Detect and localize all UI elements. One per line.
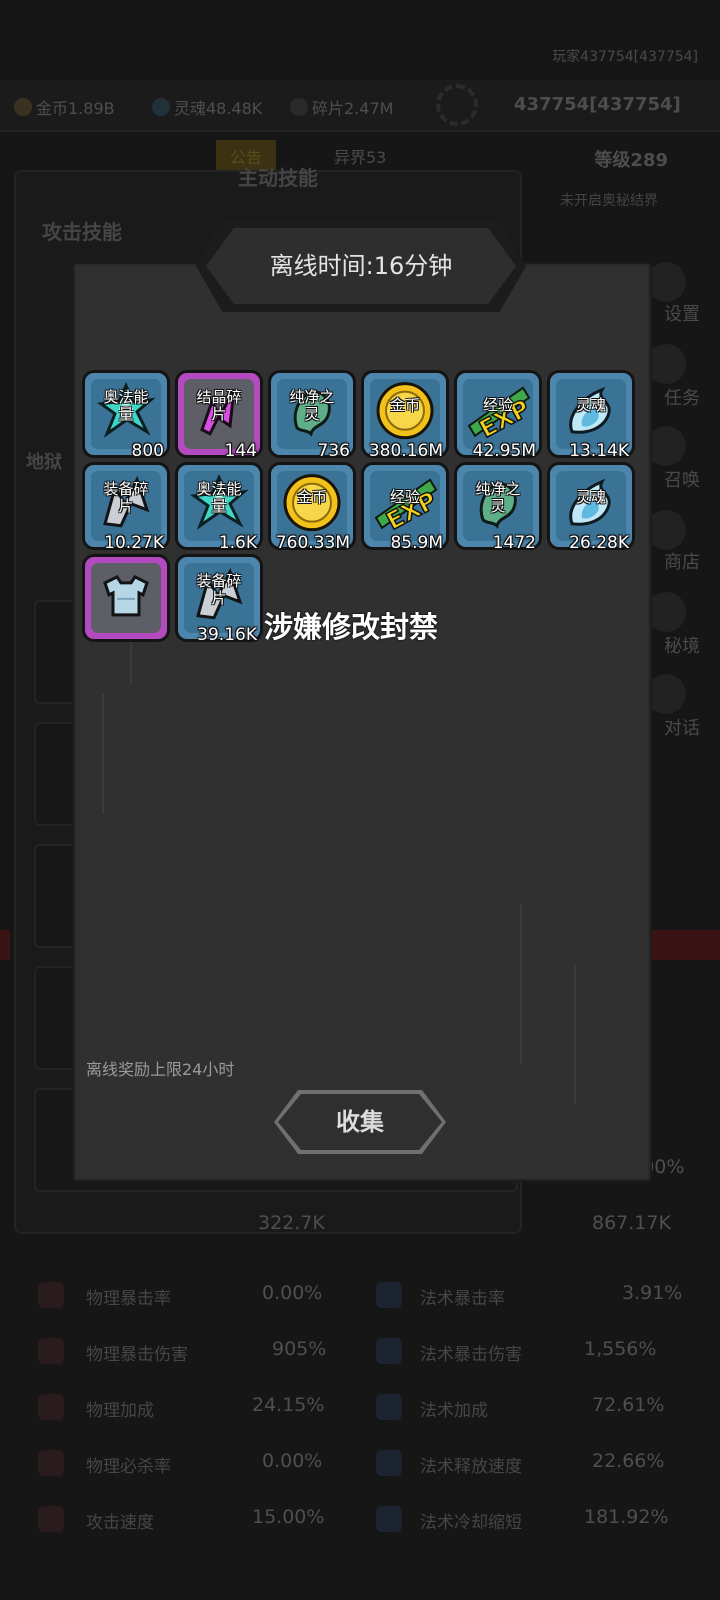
spell-icon <box>376 1506 402 1532</box>
reward-item-count: 42.95M <box>472 441 536 461</box>
panel-texture <box>520 904 522 1064</box>
soul-resource: 灵魂48.48K <box>152 95 262 119</box>
panel-texture <box>102 694 104 814</box>
reward-item-label: 奥法能 量 <box>196 480 242 515</box>
physical-icon <box>38 1282 64 1308</box>
reward-item-label: 纯净之 灵 <box>475 480 521 515</box>
reward-item-label: 结晶碎 片 <box>196 388 242 423</box>
reward-item[interactable]: 灵魂 13.14K <box>547 370 635 461</box>
reward-item-label: 经验 <box>389 488 420 506</box>
notice-text: 未开启奥秘结界 <box>560 193 658 209</box>
reward-item-count: 1.6K <box>218 533 257 553</box>
player-level: 等级289 <box>594 150 668 171</box>
spell-icon <box>376 1450 402 1476</box>
reward-item-count: 800 <box>131 441 164 461</box>
side-dialogue[interactable]: 对话 <box>664 714 700 740</box>
stat-row: 物理加成 24.15% 法术加成 72.61% <box>0 1380 720 1436</box>
stat-value: 322.7K <box>258 1212 325 1234</box>
player-id: 玩家437754[437754] <box>552 49 698 65</box>
dialog-title-banner: 离线时间:16分钟 <box>196 220 526 312</box>
physical-icon <box>38 1338 64 1364</box>
reward-item[interactable]: 结晶碎 片 144 <box>175 370 263 461</box>
settings-gear-icon[interactable] <box>436 84 478 126</box>
physical-icon <box>38 1506 64 1532</box>
secret-realm-icon[interactable] <box>646 592 686 632</box>
reward-item-label: 经验 <box>482 396 513 414</box>
reward-item-count: 39.16K <box>197 625 257 645</box>
gold-coin-icon <box>14 98 32 116</box>
reward-item[interactable]: 金币 760.33M <box>268 462 356 553</box>
physical-icon <box>38 1394 64 1420</box>
shop-icon[interactable] <box>646 510 686 550</box>
reward-item-count: 10.27K <box>104 533 164 553</box>
tab-realm[interactable]: 异界53 <box>334 144 386 168</box>
reward-item[interactable]: 奥法能 量 800 <box>82 370 170 461</box>
reward-item-label: 金币 <box>389 396 420 414</box>
attack-skill-heading: 攻击技能 <box>42 220 122 244</box>
reward-item-label: 装备碎 片 <box>103 480 149 515</box>
reward-item-count: 144 <box>224 441 257 461</box>
reward-item[interactable]: 奥法能 量 1.6K <box>175 462 263 553</box>
armor-icon <box>97 569 155 625</box>
stat-row: 攻击速度 15.00% 法术冷却缩短 181.92% <box>0 1492 720 1548</box>
reward-item-label: 灵魂 <box>575 488 606 506</box>
collect-button-label[interactable]: 收集 <box>274 1090 446 1154</box>
reward-item-count: 13.14K <box>569 441 629 461</box>
reward-item-count: 1472 <box>492 533 536 553</box>
stat-row: 物理暴击率 0.00% 法术暴击率 3.91% <box>0 1268 720 1324</box>
reward-item[interactable]: 金币 380.16M <box>361 370 449 461</box>
gold-resource: 金币1.89B <box>14 95 115 119</box>
side-summon[interactable]: 召唤 <box>664 466 700 492</box>
progress-bar-left <box>0 930 10 960</box>
ban-warning: 涉嫌修改封禁 <box>264 610 439 644</box>
reward-item-label: 金币 <box>296 488 327 506</box>
reward-item-label: 奥法能 量 <box>103 388 149 423</box>
shard-resource: 碎片2.47M <box>290 95 393 119</box>
dialog-title: 离线时间:16分钟 <box>269 252 453 280</box>
reward-item[interactable] <box>82 554 170 642</box>
soul-icon <box>152 98 170 116</box>
reward-item-count: 760.33M <box>275 533 350 553</box>
spell-icon <box>376 1338 402 1364</box>
power-value: 437754[437754] <box>514 94 681 115</box>
progress-bar-right <box>650 930 720 960</box>
hell-heading: 地狱 <box>26 452 62 473</box>
collect-button[interactable]: 收集 <box>274 1090 446 1154</box>
reward-item[interactable]: 灵魂 26.28K <box>547 462 635 553</box>
reward-item-label: 装备碎 片 <box>196 572 242 607</box>
spell-icon <box>376 1394 402 1420</box>
main-skill-heading: 主动技能 <box>238 166 318 190</box>
reward-item-count: 26.28K <box>569 533 629 553</box>
reward-item-count: 736 <box>317 441 350 461</box>
reward-item-label: 纯净之 灵 <box>289 388 335 423</box>
settings-icon[interactable] <box>646 262 686 302</box>
reward-item[interactable]: 装备碎 片 39.16K <box>175 554 263 645</box>
reward-item[interactable]: EXP 经验 85.9M <box>361 462 449 553</box>
shard-icon <box>290 98 308 116</box>
side-settings[interactable]: 设置 <box>664 300 700 326</box>
dialogue-icon[interactable] <box>646 674 686 714</box>
stat-row: 物理必杀率 0.00% 法术释放速度 22.66% <box>0 1436 720 1492</box>
side-shop[interactable]: 商店 <box>664 548 700 574</box>
side-secret-realm[interactable]: 秘境 <box>664 632 700 658</box>
physical-icon <box>38 1450 64 1476</box>
reward-item-label: 灵魂 <box>575 396 606 414</box>
task-icon[interactable] <box>646 344 686 384</box>
summon-icon[interactable] <box>646 426 686 466</box>
side-task[interactable]: 任务 <box>664 384 700 410</box>
spell-icon <box>376 1282 402 1308</box>
reward-item[interactable]: 纯净之 灵 1472 <box>454 462 542 553</box>
reward-item[interactable]: EXP 经验 42.95M <box>454 370 542 461</box>
offline-limit-note: 离线奖励上限24小时 <box>86 1060 235 1079</box>
stat-value: 867.17K <box>592 1212 671 1234</box>
reward-item-count: 85.9M <box>390 533 443 553</box>
reward-item[interactable]: 纯净之 灵 736 <box>268 370 356 461</box>
panel-texture <box>574 964 576 1104</box>
reward-item-count: 380.16M <box>368 441 443 461</box>
stat-row: 物理暴击伤害 905% 法术暴击伤害 1,556% <box>0 1324 720 1380</box>
reward-item[interactable]: 装备碎 片 10.27K <box>82 462 170 553</box>
